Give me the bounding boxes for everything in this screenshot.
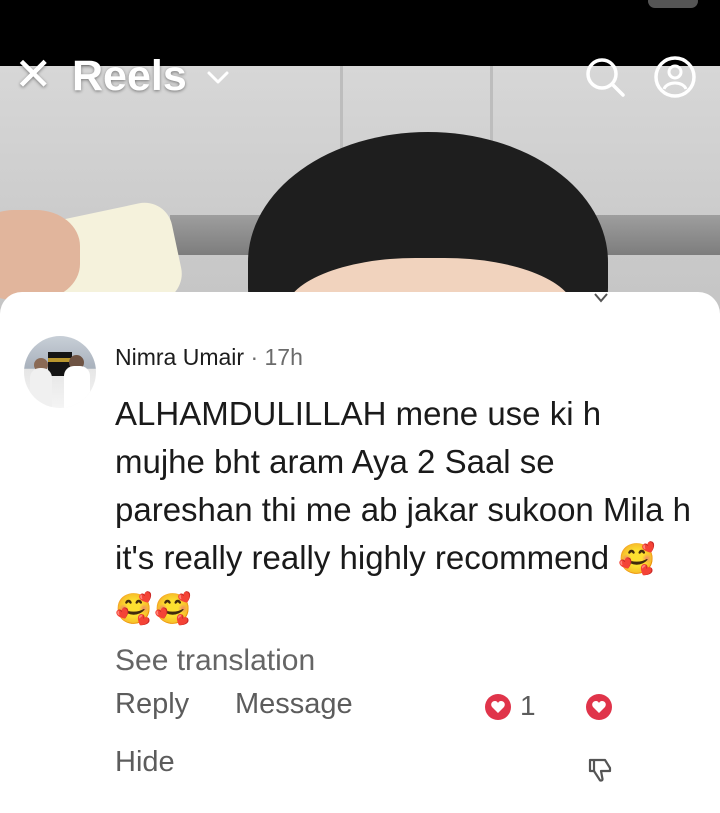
thumbs-down-icon[interactable]	[585, 754, 615, 784]
search-icon[interactable]	[582, 54, 628, 100]
heart-icon	[485, 694, 511, 720]
message-button[interactable]: Message	[235, 688, 353, 721]
profile-icon[interactable]	[652, 54, 698, 100]
chevron-down-icon[interactable]	[205, 64, 231, 90]
chevron-down-icon	[594, 293, 608, 303]
reels-title[interactable]: Reels	[72, 52, 187, 101]
comment-time: 17h	[264, 344, 303, 370]
heart-icon[interactable]	[585, 693, 613, 721]
comment-author[interactable]: Nimra Umair	[115, 344, 244, 370]
comment-header: Nimra Umair · 17h	[115, 344, 303, 371]
close-icon[interactable]: ✕	[14, 51, 53, 97]
separator-dot: ·	[250, 344, 259, 370]
battery-icon	[648, 0, 698, 8]
comment-text-body: ALHAMDULILLAH mene use ki h mujhe bht ar…	[115, 395, 691, 576]
avatar[interactable]	[24, 336, 96, 408]
person-body	[64, 366, 90, 408]
person-body	[30, 368, 52, 408]
comment-text: ALHAMDULILLAH mene use ki h mujhe bht ar…	[115, 390, 695, 634]
hand	[0, 210, 80, 300]
like-count: 1	[520, 690, 536, 721]
hide-button[interactable]: Hide	[115, 746, 175, 779]
reels-top-bar: ✕ Reels	[0, 44, 720, 106]
see-translation-link[interactable]: See translation	[115, 644, 315, 678]
comments-sheet: Nimra Umair · 17h ALHAMDULILLAH mene use…	[0, 292, 720, 813]
reply-button[interactable]: Reply	[115, 688, 189, 721]
